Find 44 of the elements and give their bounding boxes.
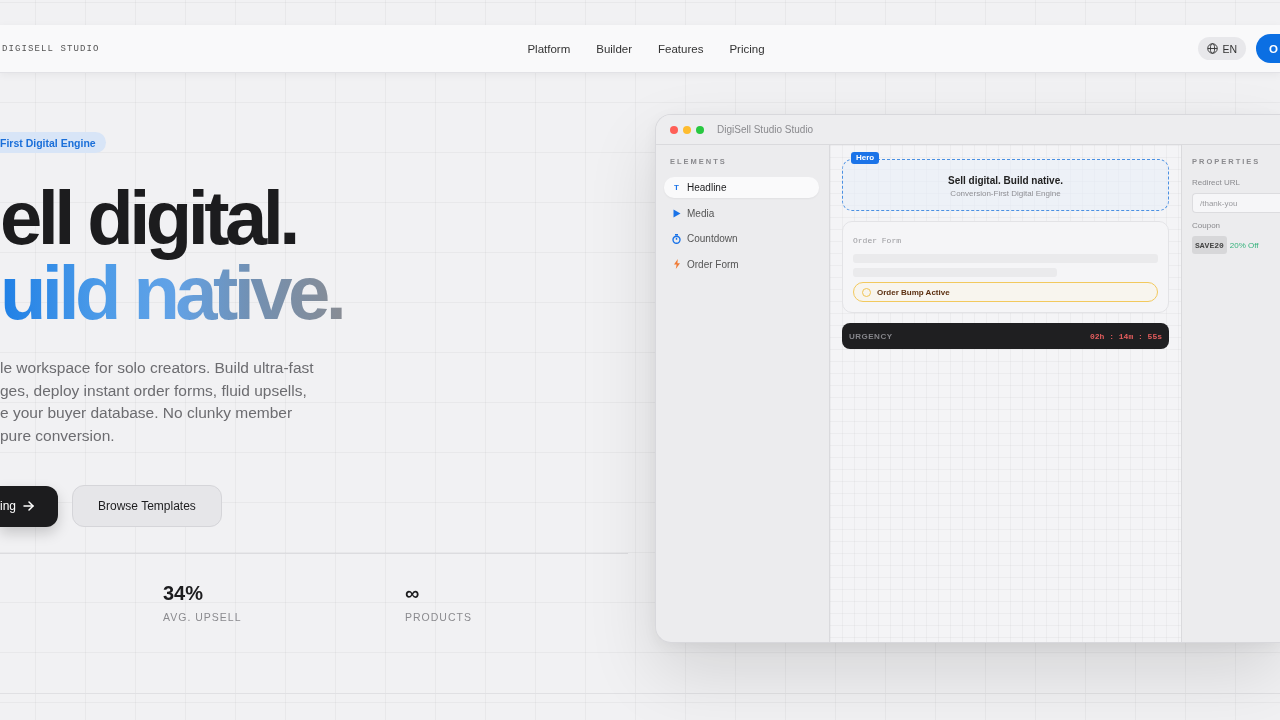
get-started-button[interactable]: ing xyxy=(0,485,58,527)
urgency-label: URGENCY xyxy=(849,331,893,341)
element-list-item[interactable]: T Headline xyxy=(664,177,819,198)
text-icon: T xyxy=(674,183,679,192)
countdown-timer: 02h : 14m : 55s xyxy=(1090,331,1162,341)
element-list-item[interactable]: Order Form xyxy=(664,253,819,275)
stat-label: PRODUCTS xyxy=(405,611,472,623)
stopwatch-icon xyxy=(672,233,681,244)
browse-templates-button[interactable]: Browse Templates xyxy=(72,485,222,527)
order-bump-option[interactable]: Order Bump Active xyxy=(853,282,1158,302)
block-subtitle: Conversion-First Digital Engine xyxy=(950,189,1061,198)
stat-value: ∞ xyxy=(405,581,420,605)
element-list-item[interactable]: Media xyxy=(664,202,819,224)
nav-link[interactable]: Builder xyxy=(596,42,633,55)
close-icon[interactable] xyxy=(670,125,678,134)
block-tag: Hero xyxy=(851,152,880,164)
order-form-block[interactable]: Order Form Order Bump Active xyxy=(842,221,1169,313)
block-title: Sell digital. Build native. xyxy=(948,175,1063,186)
discount-text: 20% Off xyxy=(1229,240,1259,250)
maximize-icon[interactable] xyxy=(696,125,704,134)
logo-text[interactable]: DIGISELL STUDIO xyxy=(0,43,100,54)
nav-link[interactable]: Platform xyxy=(527,42,571,55)
tagline-badge: First Digital Engine xyxy=(0,132,106,153)
cta-button[interactable]: O xyxy=(1256,34,1280,63)
hero-block[interactable]: Sell digital. Build native. Conversion-First Digital Engine xyxy=(842,159,1169,211)
nav-link[interactable]: Pricing xyxy=(729,42,765,55)
urgency-bar[interactable]: URGENCY 02h : 14m : 55s xyxy=(842,323,1169,349)
stat-label: AVG. UPSELL xyxy=(163,611,242,623)
window-title: DigiSell Studio Studio xyxy=(717,124,814,135)
play-icon xyxy=(672,208,681,218)
language-button[interactable]: EN xyxy=(1198,37,1247,60)
block-title: Order Form xyxy=(853,236,901,246)
field-label: Redirect URL xyxy=(1192,178,1240,188)
arrow-right-icon xyxy=(23,501,34,511)
hero-description: le workspace for solo creators. Build ultra-fast ges, deploy instant order forms, fluid upsells, e your buyer database. No clunky member pure conversion. xyxy=(0,358,314,446)
field-label: Coupon xyxy=(1192,221,1221,231)
lightning-icon xyxy=(673,259,680,269)
globe-icon xyxy=(1207,43,1219,54)
nav-link[interactable]: Features xyxy=(658,42,704,55)
element-list-item[interactable]: Countdown xyxy=(664,228,819,249)
coupon-code-chip[interactable]: SAVE20 xyxy=(1192,236,1227,254)
order-bump-label: Order Bump Active xyxy=(877,287,950,297)
stat-value: 34% xyxy=(163,581,204,605)
minimize-icon[interactable] xyxy=(683,125,691,134)
